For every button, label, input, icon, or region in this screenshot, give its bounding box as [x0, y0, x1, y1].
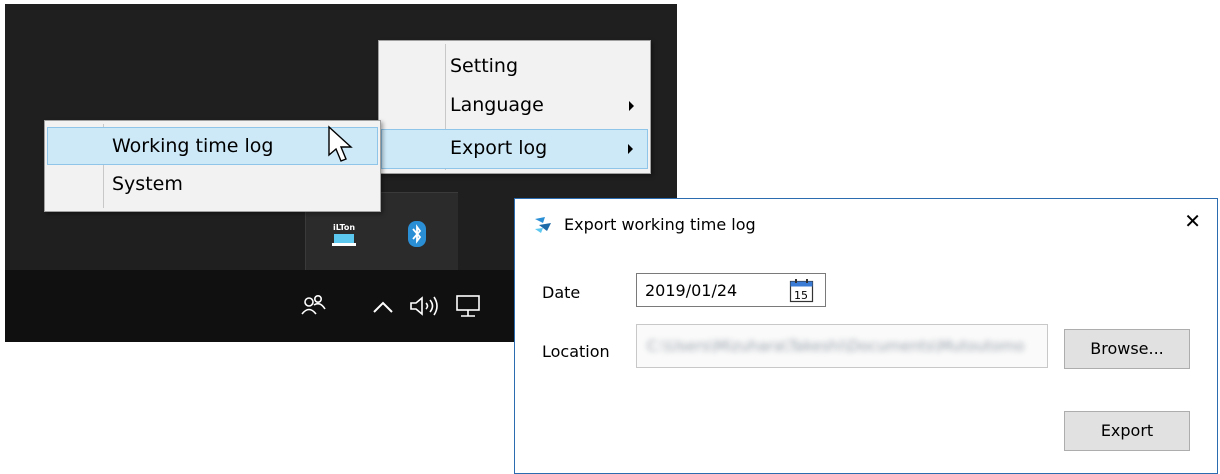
calendar-day-text: 15: [794, 289, 808, 302]
export-dialog: Export working time log ✕ Date 2019/01/2…: [514, 198, 1218, 474]
submenu-item-label: Working time log: [112, 135, 274, 157]
date-picker[interactable]: 2019/01/24 15: [636, 273, 826, 307]
menu-item-label: Export log: [450, 137, 548, 159]
submenu-arrow-icon: [629, 101, 634, 111]
location-value: C:\Users\Mizuhara\Takeshi\Documents\Muto…: [647, 337, 1025, 355]
location-field[interactable]: C:\Users\Mizuhara\Takeshi\Documents\Muto…: [636, 324, 1048, 368]
tray-context-menu: Setting Language Export log: [378, 40, 651, 174]
browse-button[interactable]: Browse...: [1064, 329, 1190, 369]
iltton-app-icon[interactable]: iLTon: [330, 221, 360, 249]
volume-icon[interactable]: [408, 294, 440, 318]
date-label: Date: [542, 283, 581, 302]
submenu-item-system[interactable]: System: [47, 169, 378, 201]
calendar-icon[interactable]: 15: [789, 278, 815, 304]
network-icon[interactable]: [455, 294, 483, 320]
menu-item-label: Language: [450, 94, 544, 116]
location-label: Location: [542, 342, 610, 361]
chevron-up-icon[interactable]: [372, 300, 394, 314]
mouse-cursor-icon: [328, 125, 353, 162]
app-icon-text: iLTon: [333, 223, 355, 232]
close-icon[interactable]: ✕: [1184, 209, 1201, 233]
menu-item-setting[interactable]: Setting: [381, 51, 648, 83]
menu-item-language[interactable]: Language: [381, 90, 648, 122]
people-icon[interactable]: [300, 292, 326, 316]
export-button[interactable]: Export: [1064, 411, 1190, 451]
submenu-arrow-icon: [628, 144, 633, 154]
menu-item-export-log[interactable]: Export log: [381, 129, 648, 169]
dialog-title: Export working time log: [564, 215, 756, 234]
submenu-item-label: System: [112, 173, 183, 195]
bluetooth-icon[interactable]: [408, 221, 426, 247]
app-logo-icon: [535, 217, 551, 233]
date-value: 2019/01/24: [645, 281, 738, 300]
menu-item-label: Setting: [450, 55, 519, 77]
